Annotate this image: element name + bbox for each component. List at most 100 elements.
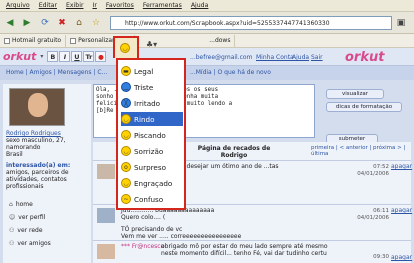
pager[interactable]: primeira | < anterior | próxima > | últi… xyxy=(311,145,411,157)
emoticon-label: Irritado xyxy=(134,98,161,108)
bookmark-label: ...dows xyxy=(209,37,231,44)
orkut-logo[interactable]: orkut xyxy=(345,50,384,65)
scrap-time: 06:11 xyxy=(373,208,389,214)
italic-button[interactable]: I xyxy=(59,51,71,62)
star-icon[interactable]: ☆ xyxy=(89,16,103,30)
emoticon-sorrizao[interactable]: ◡ Sorrizão xyxy=(121,144,183,158)
menu-ajuda[interactable]: Ajuda xyxy=(191,2,209,9)
account-email: ...befree@gmail.com xyxy=(190,54,253,61)
emoticon-picker-button[interactable]: ◡ xyxy=(113,36,139,58)
font-size-button[interactable]: Tr xyxy=(83,51,95,62)
scrap-date: 04/01/2006 xyxy=(357,215,389,221)
format-tips-button[interactable]: dicas de formatação xyxy=(326,102,402,112)
profile-interests: amigos, parceiros de atividades, contato… xyxy=(6,169,69,190)
menu-editar[interactable]: Editar xyxy=(39,2,57,9)
scrap-text: obrigado mô por estar do meu lado sempre… xyxy=(161,243,328,257)
home-icon: ⌂ xyxy=(9,201,13,208)
logout-link[interactable]: Sair xyxy=(311,54,323,61)
emoticon-piscando[interactable]: ◡ Piscando xyxy=(121,128,183,142)
menu-arquivo[interactable]: Arquivo xyxy=(6,2,30,9)
scrap-author[interactable]: *** Fr@ncesca xyxy=(121,243,164,250)
funny-icon: ◡ xyxy=(121,178,131,188)
scrap-text: TÓ precisando de vc Vem me ver ..... cor… xyxy=(121,226,242,240)
scrap-row: *** Fr@ncesca obrigado mô por estar do m… xyxy=(93,240,412,263)
sidebar-label: ver rede xyxy=(17,227,43,234)
scrap-time: 09:30 xyxy=(373,254,389,260)
menu-ferramentas[interactable]: Ferramentas xyxy=(143,2,182,9)
sub-nav[interactable]: ...Mídia | O que há de novo xyxy=(190,69,271,76)
bookmark-hotmail[interactable]: Hotmail gratuito xyxy=(0,34,67,47)
wink-icon: ◡ xyxy=(121,130,131,140)
author-avatar[interactable] xyxy=(97,208,115,223)
profile-sidebar: Rodrigo Rodrigues sexo masculino, 27, na… xyxy=(3,84,91,263)
emoticon-confuso[interactable]: ~ Confuso xyxy=(121,192,183,206)
profile-icon: ☺ xyxy=(9,214,16,221)
delete-link[interactable]: apagar xyxy=(391,207,412,214)
sidebar-item-friends[interactable]: ⚇ ver amigos xyxy=(9,240,51,247)
big-smile-icon: ◡ xyxy=(121,146,131,156)
author-avatar[interactable] xyxy=(97,164,115,179)
back-icon[interactable]: ◀ xyxy=(3,16,17,30)
scrap-page-title: Página de recados de Rodrigo xyxy=(197,145,271,159)
sidebar-item-home[interactable]: ⌂ home xyxy=(9,201,33,208)
profile-status: namorando xyxy=(6,144,41,151)
sidebar-item-network[interactable]: ⚇ ver rede xyxy=(9,227,43,234)
emoticon-label: Triste xyxy=(134,82,154,92)
emoticon-legal[interactable]: ▬ Legal xyxy=(121,64,183,78)
emoticon-surpreso[interactable]: o Surpreso xyxy=(121,160,183,174)
underline-button[interactable]: U xyxy=(71,51,83,62)
home-icon[interactable]: ⌂ xyxy=(72,16,86,30)
profile-name[interactable]: Rodrigo Rodrigues xyxy=(6,130,61,137)
forward-icon[interactable]: ▶ xyxy=(20,16,34,30)
address-bar[interactable]: http://www.orkut.com/Scrapbook.aspx?uid=… xyxy=(110,16,392,30)
address-text: http://www.orkut.com/Scrapbook.aspx?uid=… xyxy=(125,19,330,27)
smile-icon: ◡ xyxy=(120,43,130,53)
menu-ir[interactable]: Ir xyxy=(93,2,97,9)
stop-icon[interactable]: ✖ xyxy=(55,16,69,30)
emoticon-label: Confuso xyxy=(134,194,164,204)
emoticon-label: Legal xyxy=(134,66,154,76)
emoticon-label: Surpreso xyxy=(134,162,166,172)
emoticon-label: Engraçado xyxy=(134,178,173,188)
help-link[interactable]: Ajuda xyxy=(292,54,309,61)
delete-link[interactable]: apagar xyxy=(391,163,412,170)
my-account-link[interactable]: Minha Conta xyxy=(256,54,294,61)
dropdown-arrow-icon[interactable]: ▾ xyxy=(40,53,43,60)
color-icon[interactable]: ● xyxy=(95,51,107,62)
scrap-date: 04/01/2006 xyxy=(357,171,389,177)
emoticon-label: Rindo xyxy=(134,114,155,124)
author-avatar[interactable] xyxy=(97,244,115,259)
sidebar-item-profile[interactable]: ☺ ver perfil xyxy=(9,214,45,221)
sidebar-label: home xyxy=(15,201,33,208)
emoticon-triste[interactable]: ︵ Triste xyxy=(121,80,183,94)
bookmark-label: Hotmail gratuito xyxy=(12,37,62,44)
sad-icon: ︵ xyxy=(121,82,131,92)
top-nav[interactable]: Home | Amigos | Mensagens | C... xyxy=(6,69,107,76)
preview-button[interactable]: visualizar xyxy=(326,89,384,99)
page-icon xyxy=(4,37,10,44)
page-icon xyxy=(70,37,77,44)
profile-age: sexo masculino, 27, xyxy=(6,137,66,144)
emoticon-engracado[interactable]: ◡ Engraçado xyxy=(121,176,183,190)
orkut-toolbar-logo[interactable]: orkut xyxy=(3,50,36,63)
cool-icon: ▬ xyxy=(121,66,131,76)
menu-exibir[interactable]: Exibir xyxy=(66,2,83,9)
emoticon-extra-icon[interactable]: ♣▾ xyxy=(146,40,157,49)
emoticon-label: Piscando xyxy=(134,130,166,140)
delete-link[interactable]: apagar xyxy=(391,254,412,261)
bold-button[interactable]: B xyxy=(47,51,59,62)
top-strip: ...befree@gmail.com Minha Conta Ajuda Sa… xyxy=(0,50,414,80)
menu-bar: Arquivo Editar Exibir Ir Favoritos Ferra… xyxy=(0,0,414,12)
angry-icon: ╳ xyxy=(121,98,131,108)
avatar[interactable] xyxy=(9,88,65,126)
go-icon[interactable]: ▣ xyxy=(394,16,408,30)
bookmark-windows[interactable]: ...dows xyxy=(205,34,236,47)
reload-icon[interactable]: ⟳ xyxy=(38,16,52,30)
menu-favoritos[interactable]: Favoritos xyxy=(106,2,134,9)
scrap-row: TÓ precisando de vc Vem me ver ..... cor… xyxy=(93,226,411,240)
profile-country: Brasil xyxy=(6,151,23,158)
emoticon-rindo[interactable]: ◡ Rindo xyxy=(121,112,183,126)
emoticon-irritado[interactable]: ╳ Irritado xyxy=(121,96,183,110)
laughing-icon: ◡ xyxy=(121,114,131,124)
confused-icon: ~ xyxy=(121,194,131,204)
